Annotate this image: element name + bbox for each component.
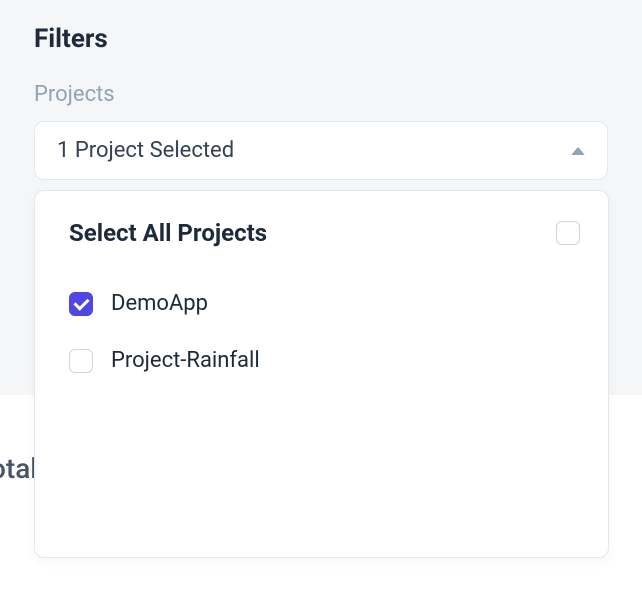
projects-field-label: Projects — [34, 82, 608, 107]
project-option-demoapp[interactable]: DemoApp — [35, 275, 608, 332]
checkbox-demoapp[interactable] — [69, 292, 93, 316]
partial-cutoff-text: otal — [0, 452, 37, 485]
caret-up-icon — [571, 147, 585, 155]
project-option-label: Project-Rainfall — [111, 348, 260, 373]
projects-select-trigger[interactable]: 1 Project Selected — [34, 121, 608, 180]
project-option-label: DemoApp — [111, 291, 208, 316]
filters-title: Filters — [34, 24, 608, 54]
checkbox-rainfall[interactable] — [69, 349, 93, 373]
select-trigger-text: 1 Project Selected — [57, 138, 234, 163]
select-all-label: Select All Projects — [69, 219, 267, 247]
project-option-rainfall[interactable]: Project-Rainfall — [35, 332, 608, 389]
projects-dropdown-panel: Select All Projects DemoApp Project-Rain… — [34, 190, 609, 558]
select-all-checkbox[interactable] — [556, 221, 580, 245]
select-all-row[interactable]: Select All Projects — [35, 219, 608, 275]
